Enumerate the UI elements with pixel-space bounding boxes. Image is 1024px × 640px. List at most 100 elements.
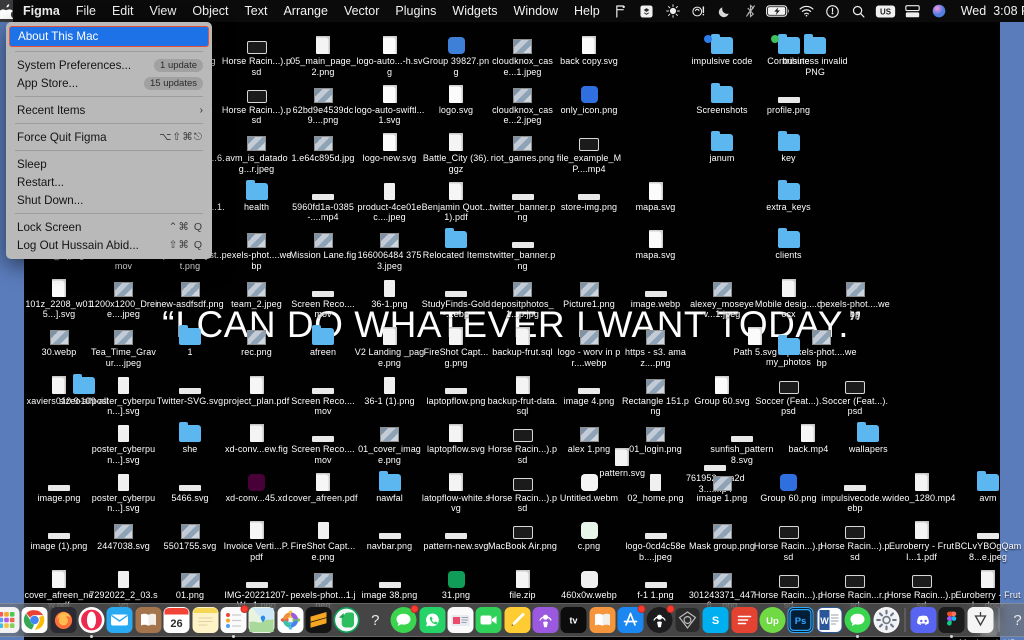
desktop-icon[interactable]: Soccer (Feat...).psd <box>754 368 824 417</box>
desktop-icon[interactable]: Screen Reco....mov <box>288 416 358 465</box>
menu-item-edit[interactable]: Edit <box>104 0 142 22</box>
desktop-icon[interactable]: backup-frut-data.sql <box>488 368 558 417</box>
dock-item-word[interactable]: W <box>816 607 843 633</box>
dock-item-grid[interactable] <box>0 607 20 633</box>
menu-item-help[interactable]: Help <box>566 0 608 22</box>
menu-item-plugins[interactable]: Plugins <box>387 0 444 22</box>
desktop-icon[interactable]: mapa.svg <box>621 174 691 213</box>
desktop-icon[interactable]: logo-auto-swiftl...1.svg <box>355 77 425 126</box>
menu-item-window[interactable]: Window <box>506 0 566 22</box>
do-not-disturb-moon-icon[interactable] <box>712 0 738 22</box>
apple-menu-item-about-this-mac[interactable]: About This Mac <box>9 26 209 47</box>
desktop-icon[interactable]: 36-1.png <box>355 271 425 310</box>
dock-item-facetime[interactable] <box>475 607 502 633</box>
desktop-icon[interactable]: cover_afreen.pdf <box>288 465 358 504</box>
desktop-icon[interactable]: image.png <box>24 465 94 504</box>
desktop-icon[interactable]: nawfal <box>355 465 425 504</box>
desktop-icon[interactable]: f-1 1.png <box>621 562 691 601</box>
menu-item-file[interactable]: File <box>68 0 104 22</box>
desktop-icon[interactable]: Mission Lane.fig <box>288 222 358 261</box>
desktop-icon[interactable]: file_example_MP....mp4 <box>554 125 624 174</box>
dock-extra-group[interactable] <box>909 607 994 638</box>
desktop-icon[interactable]: team_2.jpeg <box>222 271 292 310</box>
dock[interactable]: 26? tv S Up Ps W ? <box>0 603 1024 638</box>
desktop-icon[interactable]: extra_keys <box>754 174 824 213</box>
dock-trailing-group[interactable]: ? <box>1003 607 1024 633</box>
desktop-icon[interactable]: image 1.png <box>687 465 757 504</box>
desktop-icon[interactable]: impulsivecode.webp <box>820 465 890 514</box>
dock-item-photos[interactable] <box>277 607 304 633</box>
desktop-icon[interactable]: logo - worv in pr....webp <box>554 319 624 368</box>
desktop-icon[interactable]: 02_home.png <box>621 465 691 504</box>
apple-menu-dropdown[interactable]: About This Mac System Preferences... 1 u… <box>6 22 212 259</box>
desktop-icon[interactable]: StudyFinds-Gold-...ebp <box>421 271 491 320</box>
apple-menu-item-recent-items[interactable]: Recent Items › <box>6 101 212 119</box>
desktop-icon[interactable]: alexey_moseyev...1.jpeg <box>687 271 757 320</box>
dock-item-chrome[interactable] <box>21 607 48 633</box>
desktop-icon[interactable]: logo-0cd4c58eb....jpeg <box>621 513 691 562</box>
dock-item-whatsapp[interactable] <box>419 607 446 633</box>
apple-menu-item-force-quit[interactable]: Force Quit Figma ⌥⇧⌘⎋ <box>6 128 212 146</box>
desktop-icon[interactable]: store-img.png <box>554 174 624 213</box>
dock-item-question[interactable]: ? <box>362 607 388 633</box>
desktop-icon[interactable]: Mask group.png <box>687 513 757 552</box>
menu-item-vector[interactable]: Vector <box>336 0 387 22</box>
desktop-icon[interactable]: back copy.svg <box>554 28 624 67</box>
menu-item-arrange[interactable]: Arrange <box>275 0 335 22</box>
desktop-icon[interactable]: pexels-phot....webp <box>222 222 292 271</box>
desktop-icon[interactable]: Screen Reco....mov <box>288 368 358 417</box>
siri-icon[interactable] <box>926 0 952 22</box>
dock-item-news[interactable] <box>447 607 474 633</box>
desktop-icon[interactable]: riot_games.png <box>488 125 558 164</box>
dock-item-upwork[interactable]: Up <box>759 607 786 633</box>
desktop-icon[interactable]: impulsive code <box>687 28 757 67</box>
desktop-icon[interactable]: backup-frut.sql <box>488 319 558 358</box>
desktop-icon[interactable]: image.webp <box>621 271 691 310</box>
dock-item-book2[interactable] <box>589 607 616 633</box>
desktop-icon[interactable]: image (1).png <box>24 513 94 552</box>
dock-item-reminders[interactable] <box>220 605 249 638</box>
apple-menu-item-shut-down[interactable]: Shut Down... <box>6 191 212 209</box>
dock-item-opera[interactable] <box>78 607 105 638</box>
desktop-icon[interactable]: Picture1.png <box>554 271 624 310</box>
desktop-icon[interactable]: 01.png <box>155 562 225 601</box>
menu-bar-status-area[interactable]: US Wed 3:08 PM <box>608 0 1024 22</box>
control-center-icon[interactable] <box>820 0 846 22</box>
brightness-icon[interactable] <box>660 0 686 22</box>
desktop-icon[interactable]: 62bd9e4539dc9....png <box>288 77 358 126</box>
desktop-icon[interactable]: cloudknox_case...1.jpeg <box>488 28 558 77</box>
desktop-icon[interactable]: 1200x1200_Dreie....jpeg <box>89 271 159 320</box>
desktop-icon[interactable]: 101z_2208_w015...].svg <box>24 271 94 320</box>
apple-menu-item-app-store[interactable]: App Store... 15 updates <box>6 74 212 92</box>
desktop-icon[interactable]: 05_main_page_2.png <box>288 28 358 77</box>
desktop-icon[interactable]: rec.png <box>222 319 292 358</box>
figma-icon[interactable] <box>608 0 634 22</box>
desktop-icon[interactable]: twitter_banner.png <box>488 174 558 223</box>
desktop-icon[interactable]: Benjamin Quot...1).pdf <box>421 174 491 223</box>
desktop-icon[interactable]: c.png <box>554 513 624 552</box>
dock-item-pencil[interactable] <box>504 607 531 633</box>
menu-item-view[interactable]: View <box>142 0 185 22</box>
apple-menu-item-restart[interactable]: Restart... <box>6 173 212 191</box>
menu-item-text[interactable]: Text <box>237 0 276 22</box>
bluetooth-off-icon[interactable] <box>738 0 764 22</box>
desktop-icon[interactable]: janum <box>687 125 757 164</box>
desktop-icon[interactable]: 166006484 3753.jpeg <box>355 222 425 271</box>
input-source-us-icon[interactable]: US <box>872 0 900 22</box>
desktop-icon[interactable]: project_plan.pdf <box>222 368 292 407</box>
desktop-icon[interactable]: she <box>155 416 225 455</box>
desktop-icon[interactable]: latopflow-white.svg <box>421 465 491 514</box>
apple-menu-item-lock-screen[interactable]: Lock Screen ⌃⌘ Q <box>6 218 212 236</box>
dock-item-maps[interactable] <box>248 607 275 633</box>
desktop-icon[interactable]: product-4ce01ec....jpeg <box>355 174 425 223</box>
dock-item-message[interactable] <box>390 605 419 633</box>
desktop-icon[interactable]: Twitter-SVG.svg <box>155 368 225 407</box>
desktop-icon[interactable]: 01_cover_image.png <box>355 416 425 465</box>
desktop-icon[interactable]: my_photos <box>754 329 824 368</box>
dock-item-sketch[interactable] <box>674 607 700 633</box>
desktop-icon[interactable]: afreen <box>288 319 358 358</box>
dock-item-todoist[interactable] <box>731 607 758 633</box>
dock-item-discord[interactable] <box>910 607 937 633</box>
alert-icon[interactable] <box>686 0 712 22</box>
desktop-icon[interactable]: Mobile desig....docx <box>754 271 824 320</box>
